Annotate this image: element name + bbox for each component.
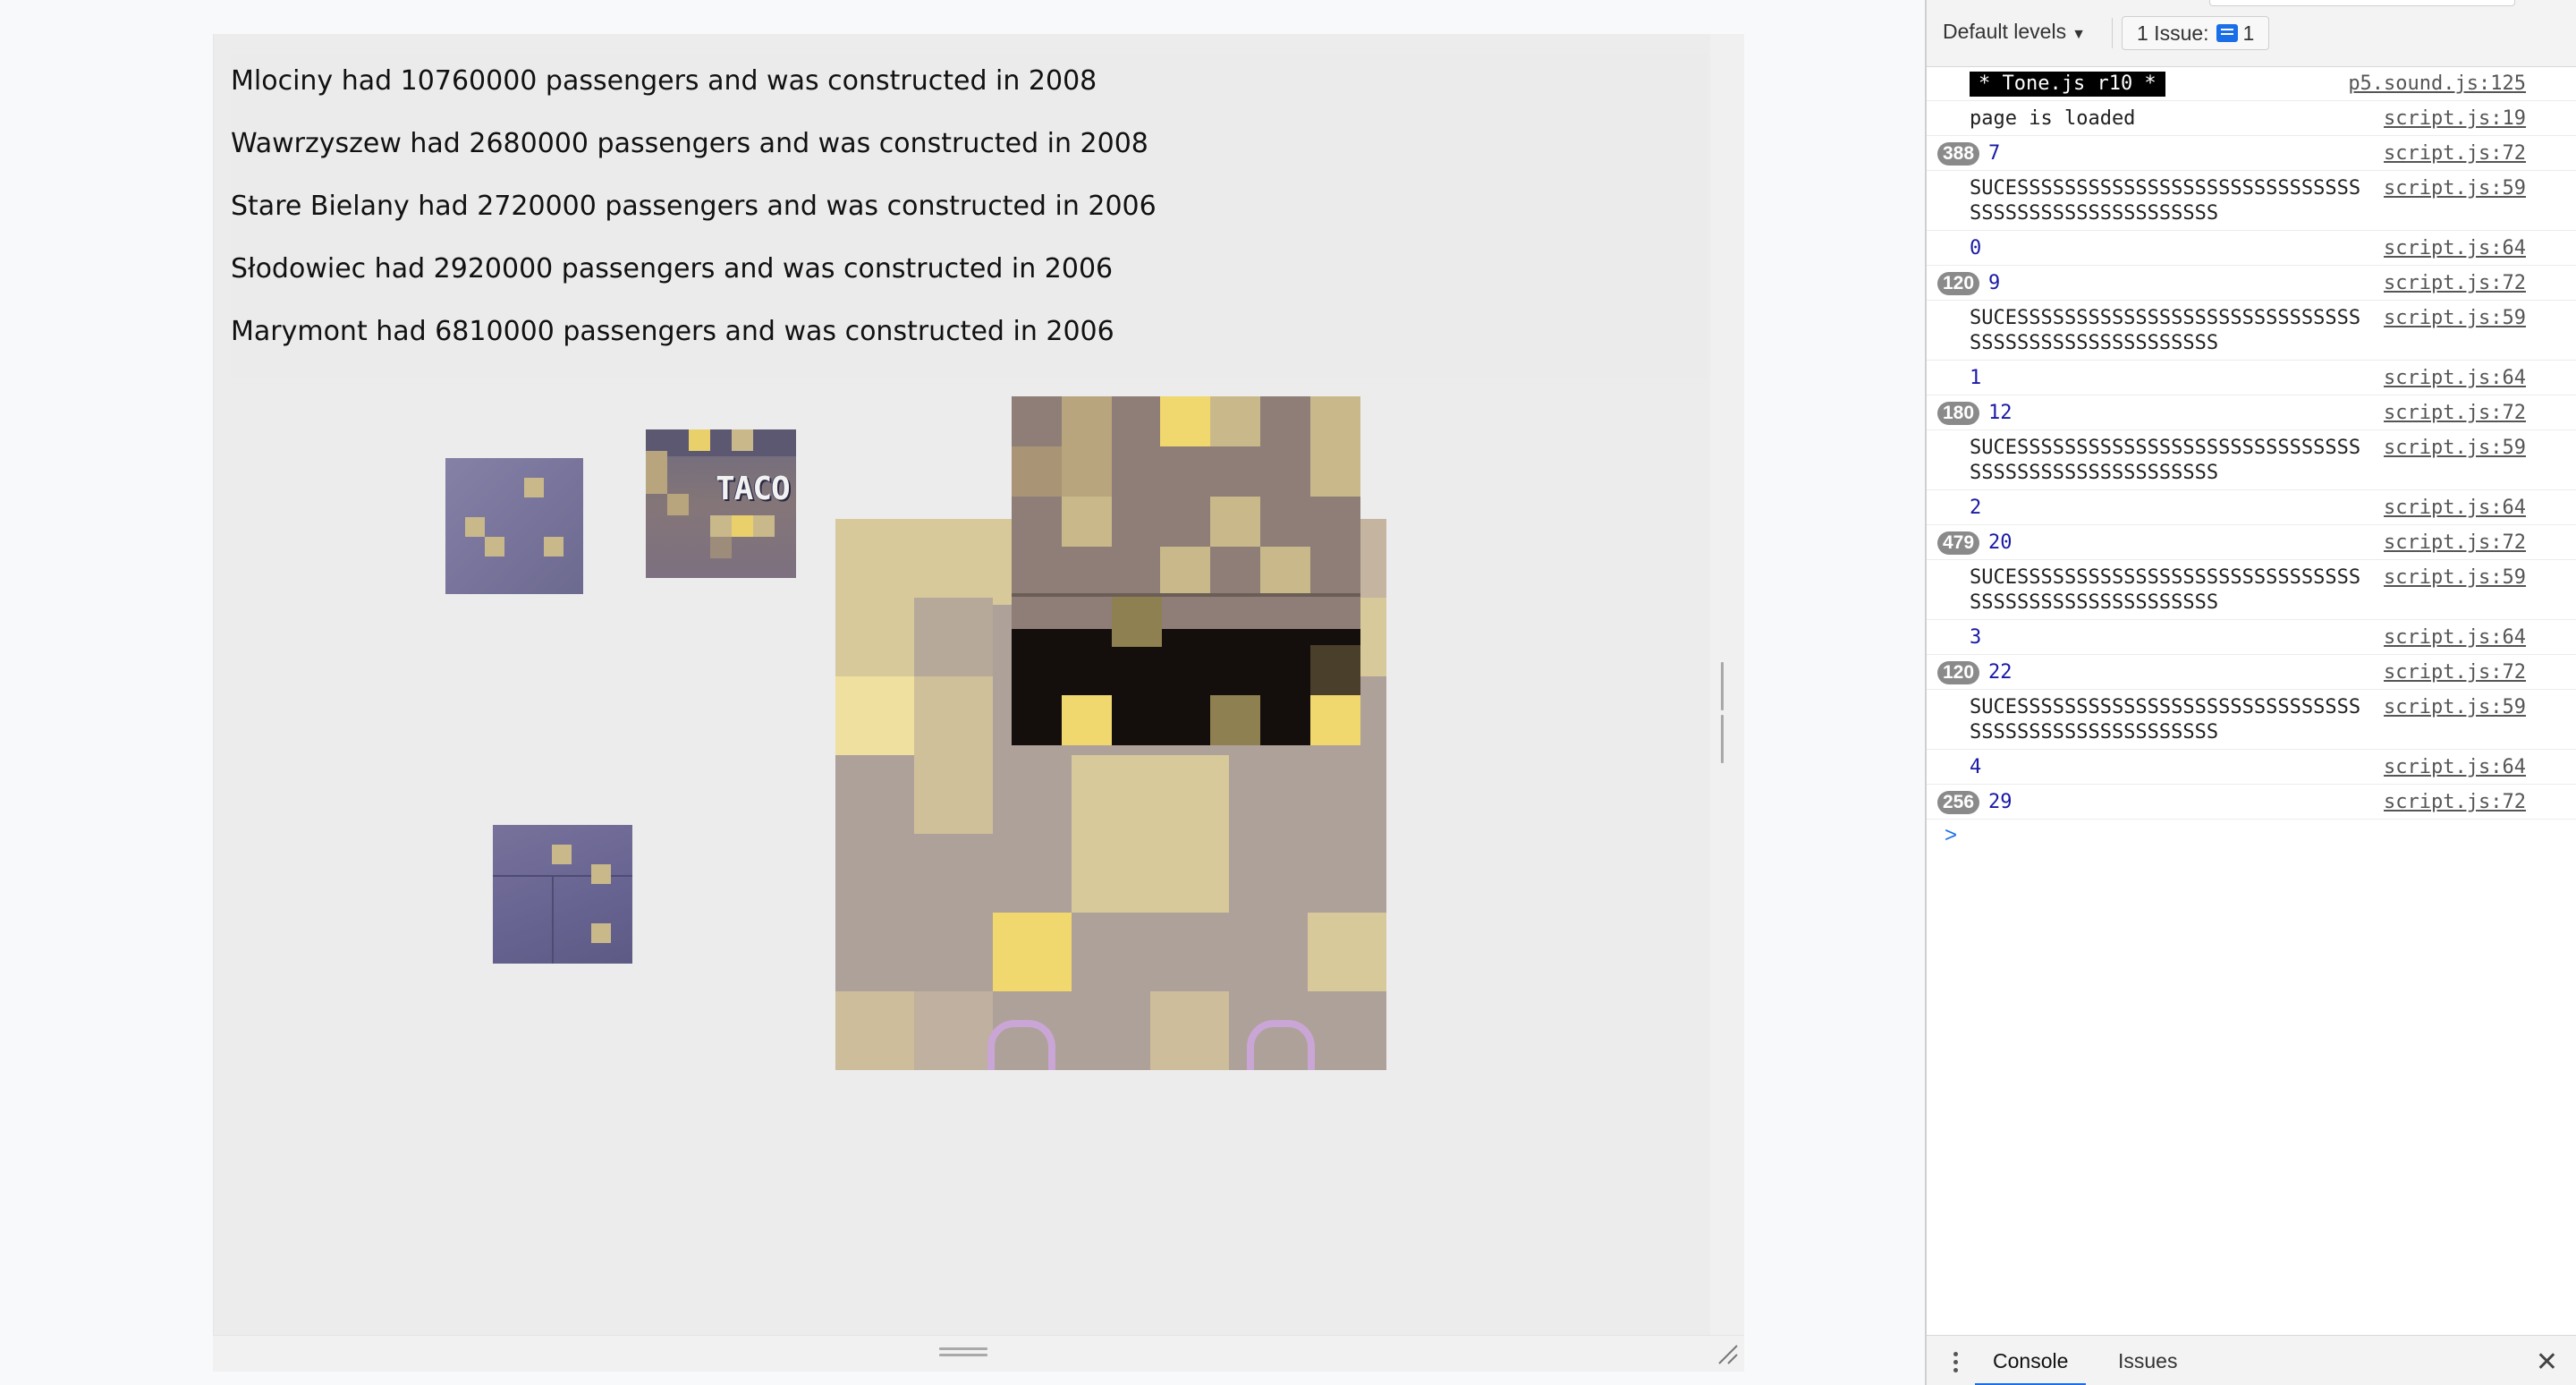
tab-issues[interactable]: Issues: [2100, 1336, 2195, 1385]
console-message-text: 4: [1970, 756, 1982, 778]
console-message-text: 22: [1988, 661, 2012, 684]
console-message-text: 3: [1970, 626, 1982, 649]
dropdown-arrow-icon: ▼: [2072, 27, 2086, 42]
console-message-text: 0: [1970, 237, 1982, 259]
source-link[interactable]: script.js:59: [2384, 176, 2526, 201]
repeat-count-badge: 256: [1937, 791, 1980, 814]
console-message: 0 script.js:64: [1927, 231, 2576, 266]
source-link[interactable]: script.js:64: [2384, 755, 2526, 780]
repeat-count-badge: 479: [1937, 531, 1980, 555]
station-line: Stare Bielany had 2720000 passengers and…: [231, 191, 1157, 222]
console-message-text: 20: [1988, 531, 2012, 554]
source-link[interactable]: script.js:72: [2384, 660, 2526, 685]
source-link[interactable]: script.js:72: [2384, 141, 2526, 166]
source-link[interactable]: script.js:72: [2384, 531, 2526, 556]
console-message-text: 2: [1970, 497, 1982, 519]
station-line: Mlociny had 10760000 passengers and was …: [231, 65, 1097, 97]
console-message: SUCESSSSSSSSSSSSSSSSSSSSSSSSSSSSSSSSSSSS…: [1927, 690, 2576, 750]
console-message-text: 9: [1988, 272, 2001, 294]
message-icon: [2216, 24, 2238, 42]
pixel-tile-small: [445, 458, 583, 594]
resize-corner-icon[interactable]: [1714, 1340, 1741, 1367]
console-message-text: 12: [1988, 402, 2012, 424]
tab-console[interactable]: Console: [1975, 1336, 2087, 1385]
issues-label: 1 Issue:: [2137, 21, 2209, 45]
console-message-text: 29: [1988, 791, 2012, 813]
source-link[interactable]: script.js:59: [2384, 436, 2526, 461]
drawer-tabbar: Console Issues ✕: [1927, 1335, 2576, 1385]
issues-count: 1: [2242, 21, 2255, 45]
pixel-tile-small: [493, 825, 632, 964]
source-link[interactable]: script.js:64: [2384, 366, 2526, 391]
more-options-icon[interactable]: [1953, 1352, 1959, 1373]
station-line: Wawrzyszew had 2680000 passengers and wa…: [231, 128, 1148, 159]
console-message: * Tone.js r10 * p5.sound.js:125: [1927, 66, 2576, 101]
station-line: Marymont had 6810000 passengers and was …: [231, 316, 1114, 347]
repeat-count-badge: 120: [1937, 272, 1980, 295]
console-message: 388 7 script.js:72: [1927, 136, 2576, 171]
console-toolbar: Default levels ▼ 1 Issue: 1: [1927, 0, 2576, 67]
station-list: Mlociny had 10760000 passengers and was …: [231, 54, 1707, 378]
station-line: Słodowiec had 2920000 passengers and was…: [231, 253, 1114, 285]
console-message: SUCESSSSSSSSSSSSSSSSSSSSSSSSSSSSSSSSSSSS…: [1927, 560, 2576, 620]
pixel-tile-taco: TACO: [646, 429, 796, 578]
log-levels-dropdown[interactable]: Default levels ▼: [1943, 20, 2086, 44]
console-message: 2 script.js:64: [1927, 490, 2576, 525]
console-message-text: 1: [1970, 367, 1982, 389]
source-link[interactable]: script.js:59: [2384, 306, 2526, 331]
console-message: 256 29 script.js:72: [1927, 785, 2576, 820]
console-message: 120 22 script.js:72: [1927, 655, 2576, 690]
vertical-resize-handle[interactable]: [1721, 662, 1732, 763]
source-link[interactable]: script.js:19: [2384, 106, 2526, 132]
source-link[interactable]: script.js:64: [2384, 496, 2526, 521]
source-link[interactable]: script.js:72: [2384, 401, 2526, 426]
repeat-count-badge: 120: [1937, 661, 1980, 684]
filter-input[interactable]: [2209, 0, 2515, 6]
screen: Mlociny had 10760000 passengers and was …: [0, 0, 2576, 1385]
console-message-text: SUCESSSSSSSSSSSSSSSSSSSSSSSSSSSSSSSSSSSS…: [1970, 437, 2361, 484]
source-link[interactable]: script.js:72: [2384, 790, 2526, 815]
console-message-text: 7: [1988, 142, 2001, 165]
console-message-text: SUCESSSSSSSSSSSSSSSSSSSSSSSSSSSSSSSSSSSS…: [1970, 177, 2361, 225]
repeat-count-badge: 180: [1937, 402, 1980, 425]
source-link[interactable]: p5.sound.js:125: [2348, 72, 2526, 97]
console-message: SUCESSSSSSSSSSSSSSSSSSSSSSSSSSSSSSSSSSSS…: [1927, 430, 2576, 490]
console-message-text: * Tone.js r10 *: [1970, 72, 2165, 97]
log-levels-label: Default levels: [1943, 20, 2067, 43]
source-link[interactable]: script.js:59: [2384, 565, 2526, 591]
tone-banner: * Tone.js r10 *: [1970, 72, 2165, 97]
console-message-text: SUCESSSSSSSSSSSSSSSSSSSSSSSSSSSSSSSSSSSS…: [1970, 566, 2361, 614]
console-message: 479 20 script.js:72: [1927, 525, 2576, 560]
console-message: page is loaded script.js:19: [1927, 101, 2576, 136]
source-link[interactable]: script.js:72: [2384, 271, 2526, 296]
close-icon[interactable]: ✕: [2536, 1347, 2558, 1378]
toolbar-divider: [2112, 18, 2113, 48]
console-prompt[interactable]: >: [1927, 820, 2576, 855]
console-message-text: SUCESSSSSSSSSSSSSSSSSSSSSSSSSSSSSSSSSSSS…: [1970, 307, 2361, 354]
repeat-count-badge: 388: [1937, 142, 1980, 166]
console-message: 180 12 script.js:72: [1927, 395, 2576, 430]
console-message: 1 script.js:64: [1927, 361, 2576, 395]
console-message-text: SUCESSSSSSSSSSSSSSSSSSSSSSSSSSSSSSSSSSSS…: [1970, 696, 2361, 743]
issues-button[interactable]: 1 Issue: 1: [2122, 16, 2270, 50]
console-message: SUCESSSSSSSSSSSSSSSSSSSSSSSSSSSSSSSSSSSS…: [1927, 171, 2576, 231]
console-message: 3 script.js:64: [1927, 620, 2576, 655]
source-link[interactable]: script.js:59: [2384, 695, 2526, 720]
console-message: SUCESSSSSSSSSSSSSSSSSSSSSSSSSSSSSSSSSSSS…: [1927, 301, 2576, 361]
console-log: * Tone.js r10 * p5.sound.js:125 page is lo…: [1927, 66, 2576, 855]
pixel-tile-large: [1012, 396, 1360, 745]
horizontal-resize-handle[interactable]: [939, 1347, 987, 1356]
source-link[interactable]: script.js:64: [2384, 625, 2526, 650]
tile-caption: TACO: [716, 471, 791, 507]
console-message: 120 9 script.js:72: [1927, 266, 2576, 301]
console-message: 4 script.js:64: [1927, 750, 2576, 785]
console-message-text: page is loaded: [1970, 107, 2136, 130]
source-link[interactable]: script.js:64: [2384, 236, 2526, 261]
devtools-panel: Default levels ▼ 1 Issue: 1 * Tone.js r10 …: [1925, 0, 2576, 1385]
